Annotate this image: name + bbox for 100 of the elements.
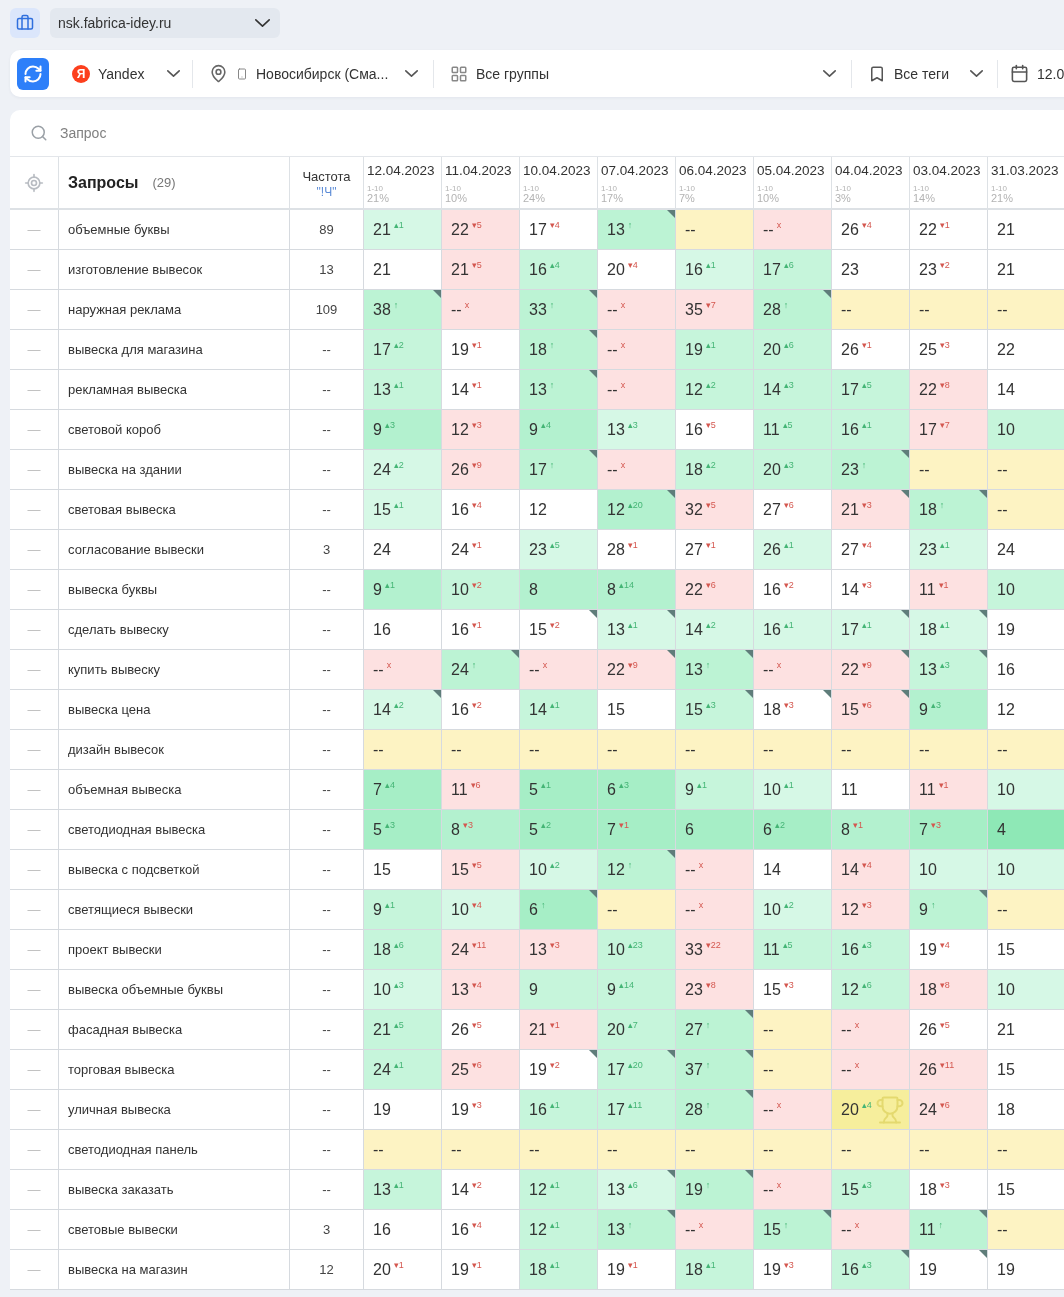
position-change: ▴6 [627, 1180, 638, 1190]
position-change: x [698, 1220, 704, 1230]
position-change: ▾22 [705, 940, 721, 950]
position-value: 9 [607, 980, 616, 999]
position-change: ▾1 [861, 340, 872, 350]
position-value: 11 [919, 1220, 936, 1239]
position-change: ↑ [627, 220, 633, 230]
position-value: 16 [997, 660, 1015, 679]
position-change: ▾4 [471, 500, 482, 510]
position-value: 15 [451, 860, 469, 879]
groups-select[interactable]: Все группы [450, 57, 836, 90]
frequency-mode[interactable]: "!Ч" [316, 184, 337, 199]
position-value: -- [841, 1220, 852, 1239]
position-change: x [542, 660, 548, 670]
share-label: 17% [601, 193, 625, 204]
position-change: ▴5 [782, 420, 793, 430]
position-value: 17 [919, 420, 937, 439]
position-value: 21 [529, 1020, 547, 1039]
position-change: ▾1 [627, 540, 638, 550]
query-cell: объемная вывеска [59, 770, 290, 810]
status-cell: — [10, 1130, 59, 1170]
position-value: 13 [919, 660, 937, 679]
position-value: 20 [373, 1260, 391, 1279]
query-cell: объемные буквы [59, 210, 290, 250]
search-engine-select[interactable]: Я Yandex [72, 57, 180, 90]
position-value: 9 [373, 580, 382, 599]
position-value: 16 [529, 1100, 547, 1119]
position-change: ▴1 [549, 1180, 560, 1190]
position-value: 14 [763, 860, 781, 879]
position-value: -- [607, 300, 618, 319]
position-change: ▴3 [384, 420, 395, 430]
share-label: 24% [523, 193, 547, 204]
position-value: 10 [919, 860, 937, 879]
position-value: 19 [451, 1260, 469, 1279]
search-input[interactable]: Запрос [60, 122, 360, 144]
chevron-down-icon [167, 70, 180, 77]
position-value: 21 [373, 1020, 391, 1039]
position-value: -- [997, 500, 1008, 519]
chevron-down-icon [823, 70, 836, 77]
position-value: 10 [997, 420, 1015, 439]
position-value: 15 [529, 620, 547, 639]
position-change: ▴6 [393, 940, 404, 950]
position-value: 18 [919, 980, 937, 999]
projects-button[interactable] [10, 8, 40, 38]
position-value: -- [841, 1060, 852, 1079]
position-change: ▾4 [471, 980, 482, 990]
position-value: 16 [451, 1220, 469, 1239]
position-value: 18 [919, 1180, 937, 1199]
position-value: 9 [685, 780, 694, 799]
position-change: ▴3 [861, 1260, 872, 1270]
position-change: ▾2 [549, 1060, 560, 1070]
status-cell: — [10, 1170, 59, 1210]
position-value: 22 [841, 660, 859, 679]
position-value: 16 [373, 620, 391, 639]
position-value: 19 [607, 1260, 625, 1279]
position-value: -- [919, 460, 930, 479]
position-change: ▴2 [393, 340, 404, 350]
status-cell: — [10, 1050, 59, 1090]
column-title: Запросы [68, 173, 139, 192]
position-value: 16 [373, 1220, 391, 1239]
position-value: 13 [607, 420, 625, 439]
position-change: ▾5 [705, 420, 716, 430]
position-value: -- [919, 740, 930, 759]
tags-select[interactable]: Все теги [868, 57, 983, 90]
position-change: ▾1 [471, 380, 482, 390]
position-value: -- [685, 220, 696, 239]
domain-select[interactable]: nsk.fabrica-idey.ru [50, 8, 280, 38]
position-change: ▾4 [627, 260, 638, 270]
position-value: -- [607, 900, 618, 919]
search-engine-logo: Я [72, 64, 90, 83]
date-select[interactable]: 12.0 [1010, 57, 1064, 90]
position-change: x [698, 900, 704, 910]
position-change: ▴1 [384, 580, 395, 590]
position-change: ▴1 [393, 1060, 404, 1070]
region-select[interactable]: Новосибирск (Сма... [209, 57, 418, 90]
position-value: 10 [529, 860, 547, 879]
position-change: ▴20 [627, 1060, 643, 1070]
position-value: 9 [373, 420, 382, 439]
position-value: -- [607, 340, 618, 359]
position-change: ▾5 [939, 1020, 950, 1030]
refresh-button[interactable] [17, 57, 49, 90]
position-value: 15 [373, 500, 391, 519]
position-change: ▴2 [549, 860, 560, 870]
position-value: 6 [529, 900, 538, 919]
position-value: -- [685, 900, 696, 919]
position-change: ▴3 [861, 1180, 872, 1190]
position-change: ▾7 [705, 300, 716, 310]
position-change: ▾3 [939, 1180, 950, 1190]
position-value: 20 [607, 1020, 625, 1039]
position-value: 15 [607, 700, 625, 719]
query-cell: сделать вывеску [59, 610, 290, 650]
position-value: -- [373, 660, 384, 679]
position-value: 8 [529, 580, 538, 599]
position-change: ▾2 [549, 620, 560, 630]
position-value: 18 [919, 500, 937, 519]
position-change: ▾4 [471, 1220, 482, 1230]
position-value: -- [763, 1180, 774, 1199]
position-value: 32 [685, 500, 703, 519]
smartphone-icon [236, 67, 248, 80]
query-cell: уличная вывеска [59, 1090, 290, 1130]
